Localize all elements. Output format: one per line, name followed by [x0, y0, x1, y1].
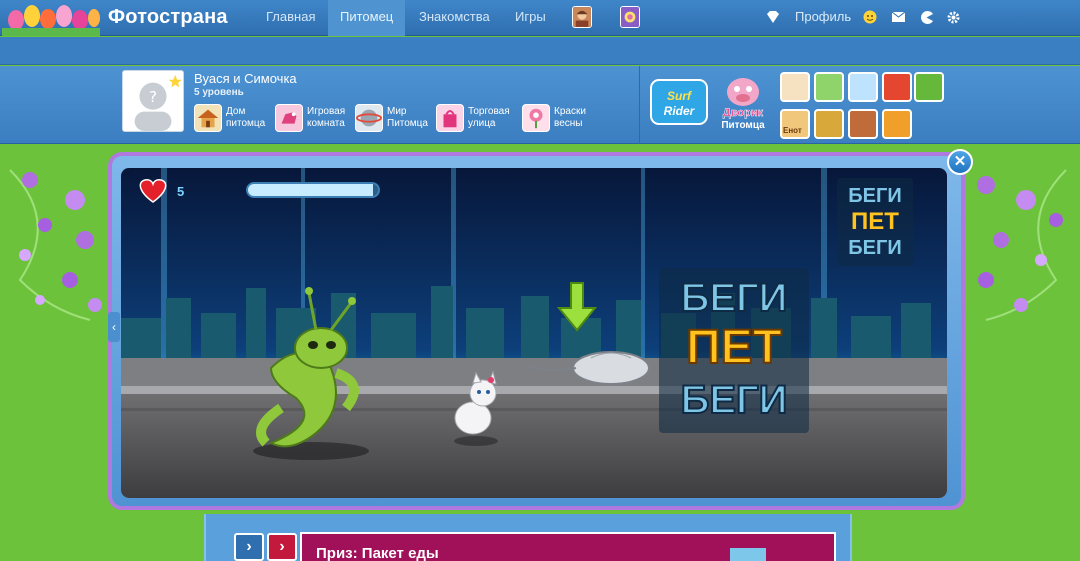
pet-yard-game-logo[interactable]: Дворик Питомца [712, 72, 774, 132]
shortcut-play-room[interactable]: Игровая комната [275, 103, 367, 133]
prize-text: Приз: Пакет еды [316, 545, 439, 561]
gift-app-icon[interactable] [620, 6, 640, 28]
flower-vine-left [9, 169, 102, 321]
shortcut-pet-world[interactable]: Мир Питомца [355, 103, 447, 133]
crown-app-icon[interactable] [882, 72, 912, 102]
mail-icon[interactable] [891, 10, 905, 24]
pet-level: 5 уровень [194, 87, 244, 98]
prize-image-tab [730, 548, 766, 561]
shortcut-spring-colors[interactable]: Краски весны [522, 103, 614, 133]
nav-home[interactable]: Главная [254, 0, 327, 36]
house-icon [194, 104, 222, 132]
nav-pet[interactable]: Питомец [328, 0, 406, 36]
girl-app-icon[interactable] [848, 109, 878, 139]
settings-gear-icon[interactable] [946, 10, 960, 24]
next-arrow-red-button[interactable]: › [267, 533, 297, 561]
nav-dating[interactable]: Знакомства [407, 0, 502, 36]
svg-text:Питомца: Питомца [721, 120, 765, 131]
globe-icon [355, 104, 383, 132]
game-canvas[interactable]: БЕГИ ПЕТ БЕГИ БЕГИ ПЕТ БЕГИ [121, 168, 947, 498]
spring-flower-icon [522, 104, 550, 132]
shortcut-shopping-street[interactable]: Торговая улица [436, 103, 528, 133]
svg-text:ПЕТ: ПЕТ [851, 208, 899, 235]
shortcut-pet-house[interactable]: Дом питомца [194, 103, 286, 133]
site-brand[interactable]: Фотострана [108, 6, 228, 29]
pet-name[interactable]: Вуася и Симочка [194, 71, 297, 86]
svg-text:?: ? [149, 88, 157, 106]
tulips-logo-icon[interactable] [2, 0, 100, 36]
rocket-app-icon[interactable] [848, 72, 878, 102]
svg-text:Rider: Rider [664, 104, 696, 118]
surf-rider-game-logo[interactable]: Surf Rider [650, 72, 708, 132]
island-app-icon[interactable] [814, 72, 844, 102]
close-game-button[interactable]: ✕ [947, 149, 973, 175]
svg-text:БЕГИ: БЕГИ [848, 185, 901, 207]
energy-progress-bar [246, 182, 380, 198]
run-pet-run-small-logo: БЕГИ ПЕТ БЕГИ [837, 178, 913, 266]
pacman-icon[interactable] [919, 10, 933, 24]
svg-text:БЕГИ: БЕГИ [848, 237, 901, 259]
box-app-icon[interactable] [882, 109, 912, 139]
cake-app-icon[interactable] [780, 72, 810, 102]
shortcut-label: Торговая улица [468, 106, 510, 129]
raccoon-app-icon[interactable]: Енот [780, 109, 810, 139]
nav-games[interactable]: Игры [503, 0, 558, 36]
treasure-app-icon[interactable] [814, 109, 844, 139]
svg-text:ПЕТ: ПЕТ [686, 321, 782, 374]
diamond-icon[interactable] [766, 10, 780, 24]
svg-text:БЕГИ: БЕГИ [681, 276, 788, 320]
svg-text:Дворик: Дворик [723, 107, 764, 119]
shortcut-label: Краски весны [554, 106, 586, 129]
svg-text:БЕГИ: БЕГИ [681, 378, 788, 422]
smiley-icon[interactable] [863, 10, 877, 24]
collapse-left-arrow[interactable]: ‹ [108, 312, 120, 342]
user-avatar[interactable] [572, 6, 592, 28]
sidewalk [121, 358, 947, 388]
top-nav-bar: Фотострана Главная Питомец Знакомства Иг… [0, 0, 1080, 36]
next-arrow-button[interactable]: › [234, 533, 264, 561]
horse-toy-icon [275, 104, 303, 132]
pet-avatar-placeholder[interactable]: ? [122, 70, 184, 132]
profile-link[interactable]: Профиль [795, 9, 851, 24]
tree-app-icon[interactable] [914, 72, 944, 102]
shopping-bag-icon [436, 104, 464, 132]
svg-text:Surf: Surf [667, 89, 692, 103]
flower-vine-right [977, 169, 1067, 321]
lives-count: 5 [177, 184, 185, 199]
pet-panel: ? Вуася и Симочка 5 уровень Дом питомца … [0, 66, 1080, 144]
panel-divider [639, 66, 640, 144]
secondary-nav-strip [0, 37, 1080, 65]
run-pet-run-title: БЕГИ ПЕТ БЕГИ [659, 268, 809, 433]
